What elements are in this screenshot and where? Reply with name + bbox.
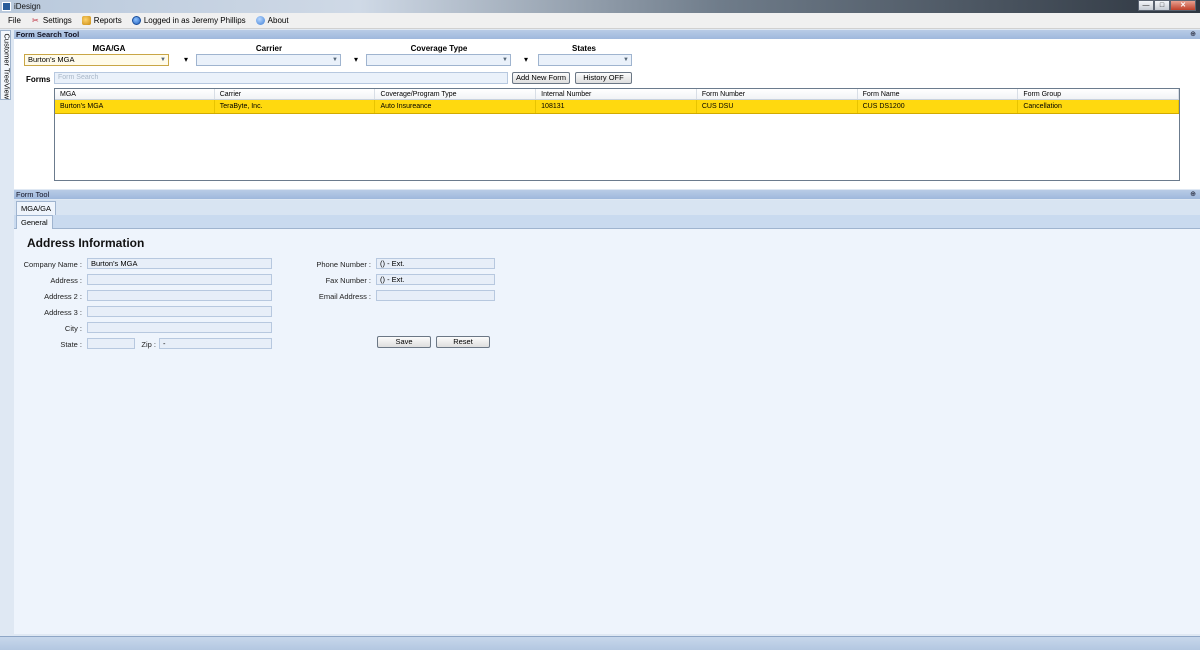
address2-label: Address 2 : [44,292,82,301]
coverage-filter-toggle[interactable]: ▾ [524,55,528,64]
title-bar: iDesign — □ ✕ [0,0,1200,13]
city-field[interactable] [87,322,272,333]
city-label: City : [64,324,82,333]
carrier-label: Carrier [255,44,283,53]
coverage-type-select[interactable]: ▼ [366,54,511,66]
grid-header: MGA Carrier Coverage/Program Type Intern… [55,89,1180,100]
form-search-input[interactable]: Form Search [54,72,508,84]
form-search-panel: MGA/GA Carrier Coverage Type States Burt… [14,39,1200,189]
chevron-down-icon: ▼ [623,57,629,63]
menu-about[interactable]: About [255,16,289,25]
states-label: States [571,44,596,53]
form-tool-panel: MGA/GA General Address Information Compa… [14,200,1200,634]
customer-treeview-label: Customer TreeView [2,33,12,100]
address2-field[interactable] [87,290,272,301]
inner-tabstrip: General [14,215,1200,229]
form-search-header: Form Search Tool ⊕ [14,30,1200,39]
states-select[interactable]: ▼ [538,54,632,66]
info-icon [255,16,265,25]
menu-reports[interactable]: Reports [81,16,122,25]
app-icon [2,2,11,11]
close-button[interactable]: ✕ [1170,0,1196,11]
status-bar [0,636,1200,650]
fax-number-field[interactable]: () - Ext. [376,274,495,285]
col-mga[interactable]: MGA [55,89,215,99]
col-form-group[interactable]: Form Group [1018,89,1180,99]
cell-carrier: TeraByte, Inc. [215,100,376,113]
cell-form-name: CUS DS1200 [858,100,1019,113]
mga-select-value: Burton's MGA [28,55,75,64]
mga-select[interactable]: Burton's MGA ▼ [24,54,169,66]
carrier-filter-toggle[interactable]: ▾ [354,55,358,64]
menu-file[interactable]: File [8,16,21,25]
section-title: Address Information [27,236,145,250]
col-internal-number[interactable]: Internal Number [536,89,697,99]
address-label: Address : [50,276,82,285]
logged-in-label: Logged in as Jeremy Phillips [143,16,246,25]
add-new-form-button[interactable]: Add New Form [512,72,570,84]
window-controls: — □ ✕ [1138,0,1196,12]
reports-icon [81,16,91,25]
menu-settings[interactable]: ✂ Settings [31,16,72,25]
pin-icon[interactable]: ⊕ [1190,30,1196,39]
company-name-label: Company Name : [23,260,82,269]
state-field[interactable] [87,338,135,349]
cell-form-number: CUS DSU [697,100,858,113]
menu-settings-label: Settings [42,16,72,25]
menu-about-label: About [267,16,289,25]
menu-file-label: File [8,16,21,25]
forms-label: Forms [26,75,51,84]
outer-tabstrip: MGA/GA [14,200,1200,216]
mga-filter-toggle[interactable]: ▾ [184,55,188,64]
email-address-field[interactable] [376,290,495,301]
cell-coverage: Auto Insureance [375,100,537,113]
zip-label: Zip : [141,340,156,349]
form-tool-title: Form Tool [16,190,50,199]
col-form-number[interactable]: Form Number [697,89,858,99]
save-button[interactable]: Save [377,336,431,348]
coverage-type-label: Coverage Type [410,44,468,53]
phone-number-field[interactable]: () - Ext. [376,258,495,269]
phone-number-label: Phone Number : [316,260,371,269]
menu-logged-in[interactable]: Logged in as Jeremy Phillips [131,16,246,25]
table-row[interactable]: Burton's MGA TeraByte, Inc. Auto Insurea… [55,100,1180,114]
maximize-button[interactable]: □ [1154,0,1170,11]
form-search-title: Form Search Tool [16,30,80,39]
chevron-down-icon: ▼ [502,57,508,63]
chevron-down-icon: ▼ [332,57,338,63]
user-icon [131,16,141,25]
tab-mga-ga[interactable]: MGA/GA [16,201,57,216]
tab-general[interactable]: General [16,215,53,229]
chevron-down-icon: ▼ [160,57,166,63]
cell-mga: Burton's MGA [55,100,215,113]
minimize-button[interactable]: — [1138,0,1154,11]
cell-internal-number: 108131 [536,100,697,113]
zip-field[interactable]: - [159,338,272,349]
carrier-select[interactable]: ▼ [196,54,341,66]
forms-grid: MGA Carrier Coverage/Program Type Intern… [54,88,1180,181]
pin-icon[interactable]: ⊕ [1190,190,1196,199]
address3-label: Address 3 : [44,308,82,317]
address3-field[interactable] [87,306,272,317]
history-toggle-button[interactable]: History OFF [575,72,632,84]
company-name-field[interactable]: Burton's MGA [87,258,272,269]
window-title: iDesign [14,2,41,11]
mga-label: MGA/GA [92,44,126,53]
fax-number-label: Fax Number : [325,276,371,285]
state-label: State : [60,340,82,349]
cell-form-group: Cancellation [1018,100,1180,113]
customer-treeview-tab[interactable]: Customer TreeView [0,30,12,100]
menu-reports-label: Reports [93,16,122,25]
col-coverage[interactable]: Coverage/Program Type [375,89,537,99]
col-carrier[interactable]: Carrier [215,89,376,99]
menu-bar: File ✂ Settings Reports Logged in as Jere… [0,13,1200,29]
form-tool-header: Form Tool ⊕ [14,190,1200,199]
tools-icon: ✂ [32,16,39,25]
address-field[interactable] [87,274,272,285]
reset-button[interactable]: Reset [436,336,490,348]
col-form-name[interactable]: Form Name [858,89,1019,99]
email-address-label: Email Address : [318,292,371,301]
